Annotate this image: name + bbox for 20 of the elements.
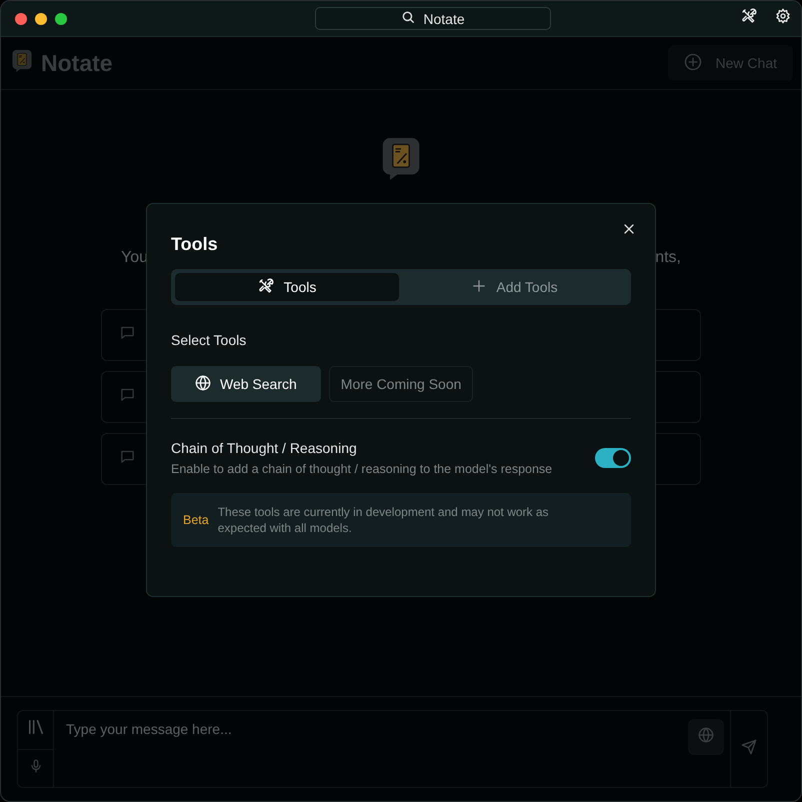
tab[interactable]: Tools [175,273,399,301]
welcome-text: nts, [655,249,681,268]
beta-label: Beta [183,513,209,527]
setting-title: Chain of Thought / Reasoning [171,440,358,456]
notice-text: These tools are currently in development and may not work as expected with all models. [218,504,550,536]
search-field[interactable]: Notate [315,7,551,30]
dialog-title: Tools [171,234,219,255]
window-control[interactable] [35,12,47,24]
window-title: Notate [423,10,465,26]
tool-option[interactable]: More Coming Soon [328,366,474,402]
globe-icon [195,374,211,394]
setting-description: Enable to add a chain of thought / reasoning to the model's response [171,462,554,476]
message-input[interactable]: Type your message here... [66,719,688,739]
app-name: Notate [41,50,113,76]
window-control[interactable] [15,12,27,24]
tool-option[interactable]: Web Search [171,366,321,402]
tab[interactable]: Add Tools [403,273,627,301]
toggle-switch[interactable] [595,448,631,468]
window-control[interactable] [55,12,67,24]
section-label: Select Tools [171,332,248,348]
